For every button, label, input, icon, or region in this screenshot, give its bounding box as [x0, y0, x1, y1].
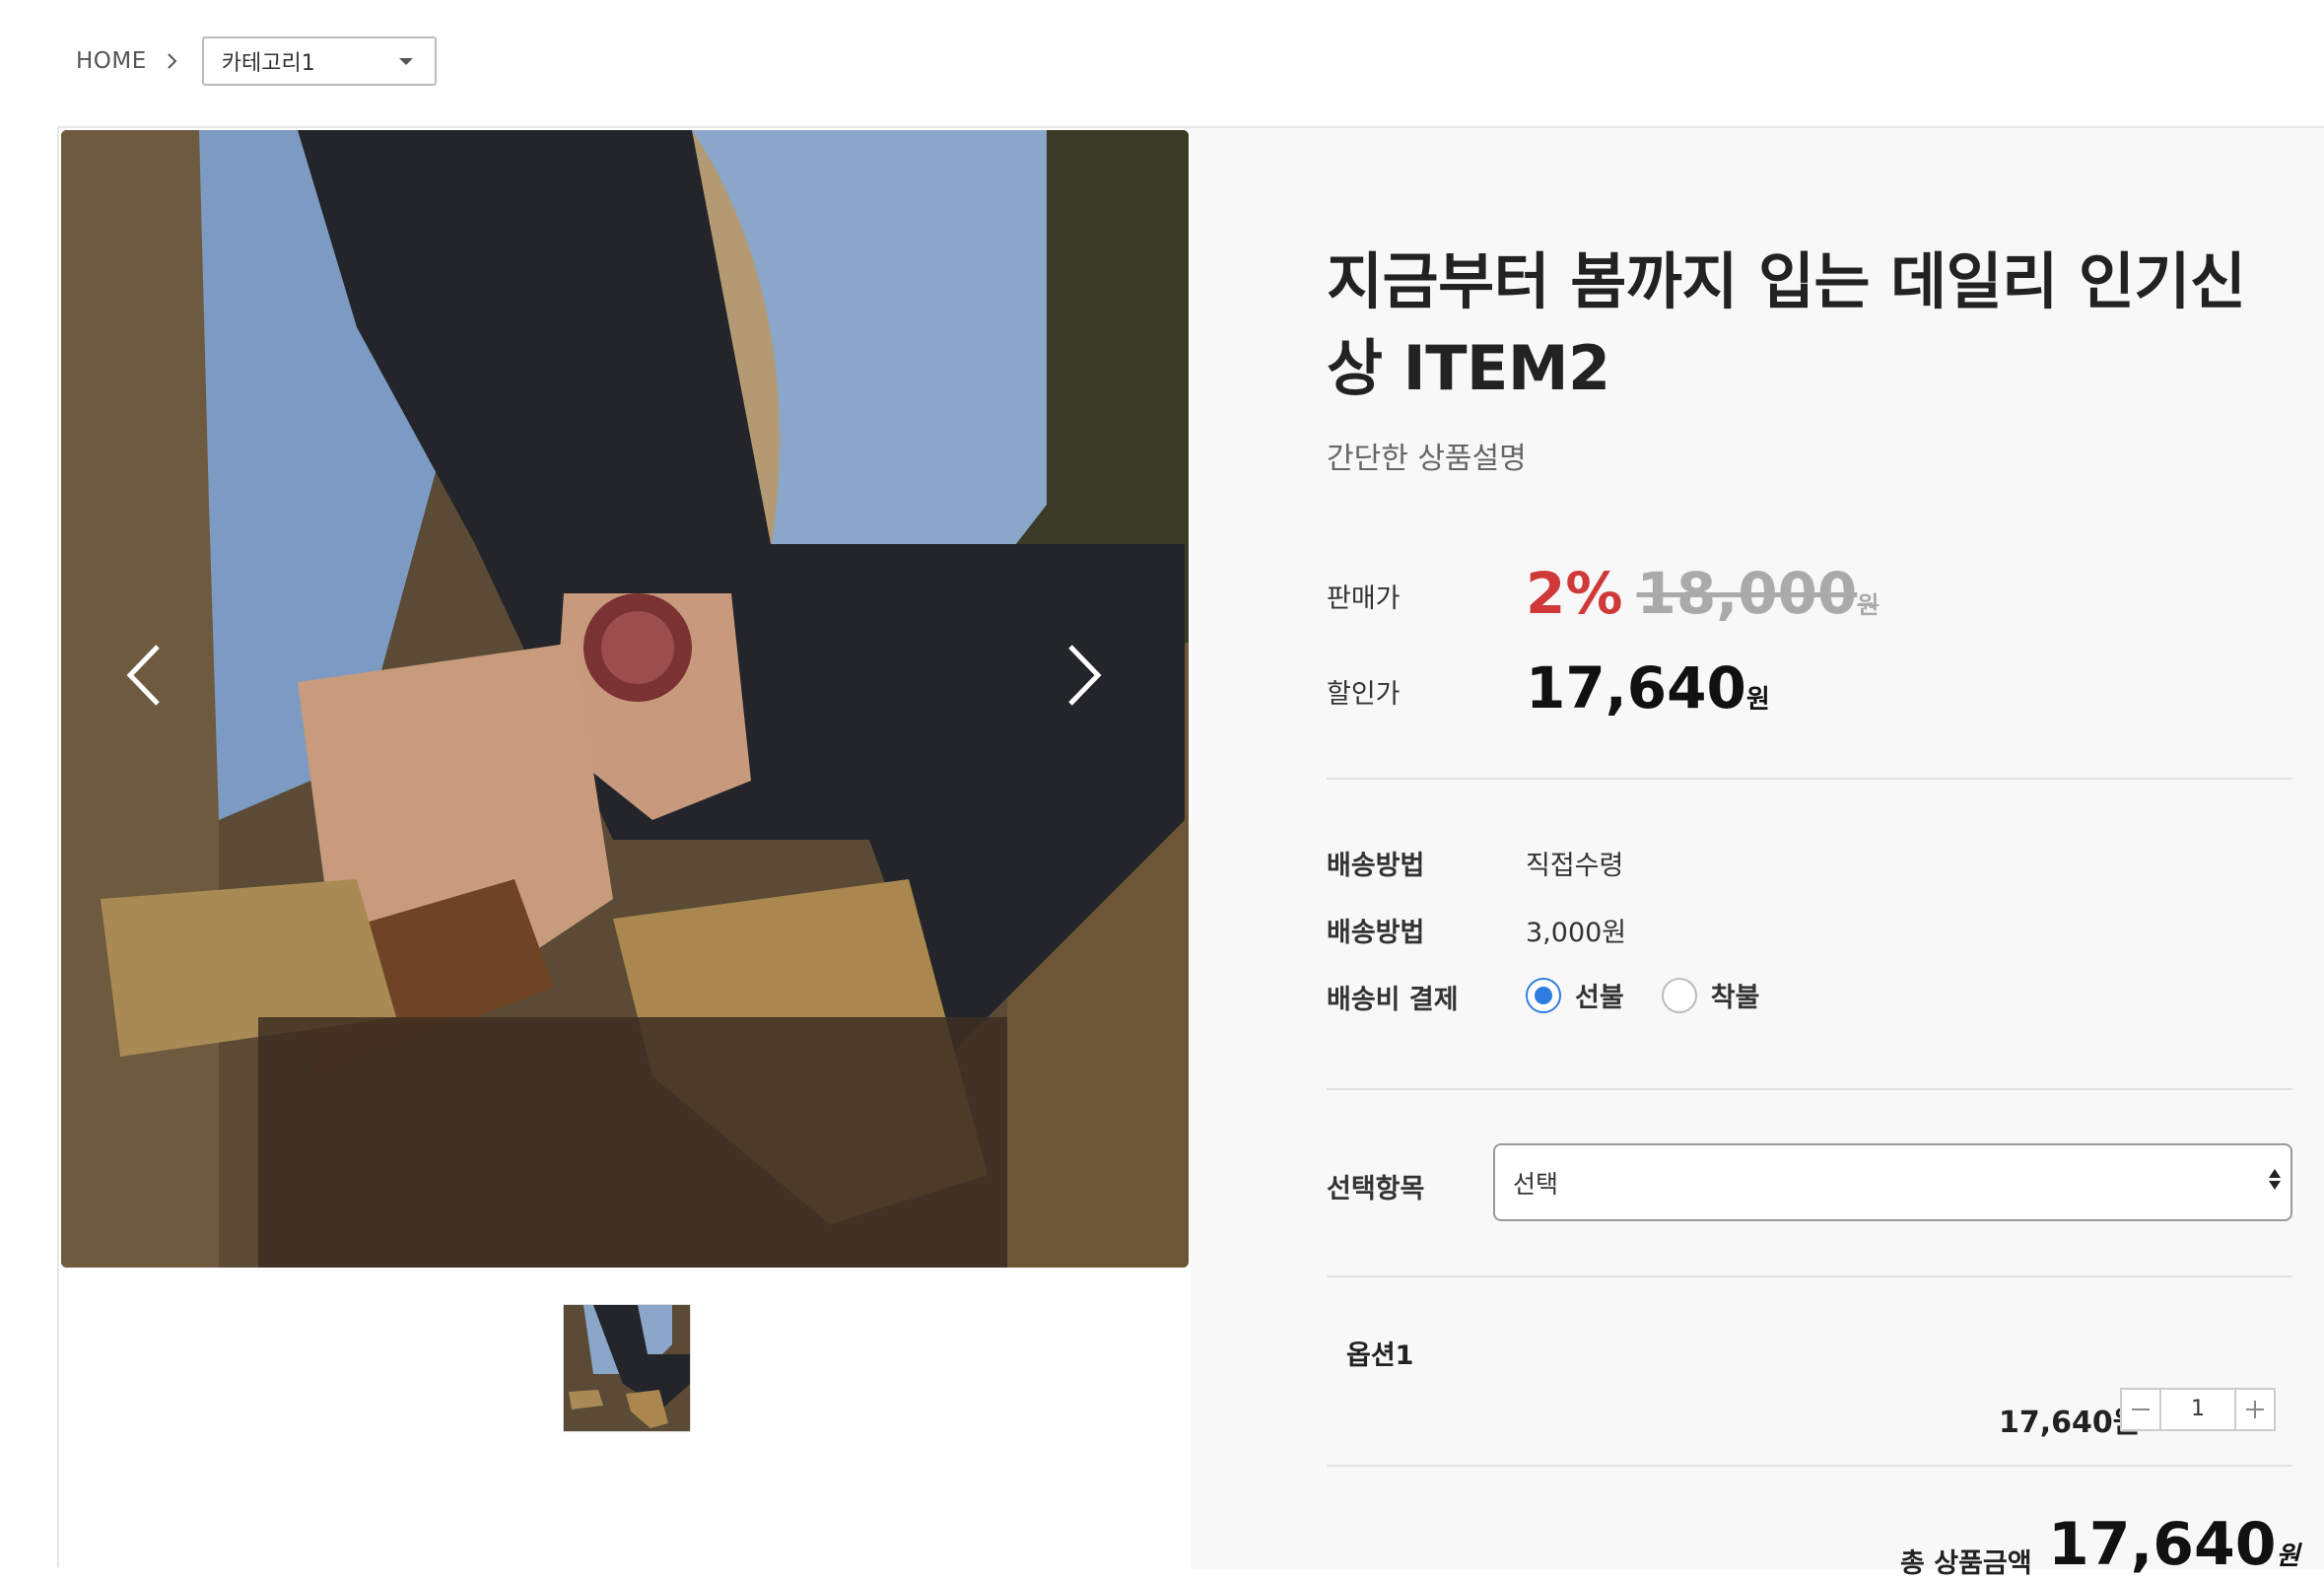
product-main-image: [61, 130, 1189, 1268]
chevron-right-icon: [165, 53, 180, 69]
shipping-payment-radio-group: 선불 착불: [1526, 976, 1797, 1014]
sale-price-unit: 원: [1745, 685, 1770, 715]
radio-prepaid[interactable]: 선불: [1526, 976, 1624, 1014]
option-select[interactable]: 선택: [1493, 1143, 2292, 1221]
breadcrumb-home-link[interactable]: HOME: [76, 48, 147, 74]
plus-icon: [2246, 1401, 2264, 1418]
shipping-fee-value: 3,000원: [1526, 918, 1627, 948]
next-image-button[interactable]: [1064, 643, 1124, 721]
minus-icon: [2132, 1408, 2150, 1410]
product-detail: 지금부터 봄까지 입는 데일리 인기신상 ITEM2 간단한 상품설명 판매가 …: [57, 126, 2324, 1579]
select-arrows-icon: [2269, 1169, 2281, 1190]
discount-rate: 2%: [1526, 560, 1623, 627]
radio-prepaid-label: 선불: [1575, 983, 1624, 1013]
selected-option-name: 옵션1: [1346, 1340, 1414, 1371]
total-price: 17,640: [2048, 1510, 2277, 1579]
divider: [1327, 778, 2292, 780]
product-subtitle: 간단한 상품설명: [1327, 442, 1527, 476]
product-title: 지금부터 봄까지 입는 데일리 인기신상 ITEM2: [1327, 245, 2246, 404]
option-select-label: 선택항목: [1327, 1174, 1425, 1204]
prev-image-button[interactable]: [124, 643, 183, 721]
divider: [1327, 1465, 2292, 1467]
radio-cod[interactable]: 착불: [1661, 976, 1760, 1014]
shipping-method-value: 직접수령: [1526, 851, 1624, 881]
product-gallery: [59, 128, 1191, 1569]
sale-price-label: 할인가: [1327, 679, 1401, 710]
breadcrumb: HOME 카테고리1: [76, 36, 437, 86]
quantity-decrease-button[interactable]: [2122, 1390, 2161, 1429]
original-price-unit: 원: [1857, 591, 1880, 619]
shipping-method-label: 배송방법: [1327, 851, 1425, 881]
quantity-stepper: 1: [2120, 1388, 2276, 1431]
sale-price: 17,640: [1526, 654, 1746, 721]
original-price-group: 2% 18,000원: [1526, 560, 1879, 627]
caret-down-icon: [398, 57, 413, 65]
selected-option-price: 17,640원: [1999, 1406, 2141, 1440]
radio-cod-label: 착불: [1710, 983, 1760, 1013]
quantity-increase-button[interactable]: [2234, 1390, 2274, 1429]
radio-unchecked-icon: [1661, 977, 1697, 1013]
sale-price-group: 17,640원: [1526, 654, 1770, 721]
total-price-label: 총 상품금액: [1900, 1548, 2032, 1579]
product-thumbnail[interactable]: [563, 1304, 691, 1432]
category-select[interactable]: 카테고리1: [201, 36, 437, 86]
radio-checked-icon: [1526, 977, 1561, 1013]
original-price: 18,000: [1636, 560, 1858, 627]
product-info-panel: 지금부터 봄까지 입는 데일리 인기신상 ITEM2 간단한 상품설명 판매가 …: [1191, 128, 2324, 1579]
option-select-value: 선택: [1513, 1169, 1559, 1199]
category-select-value: 카테고리1: [221, 51, 315, 76]
shipping-fee-label: 배송방법: [1327, 918, 1425, 948]
total-price-group: 17,640원: [2048, 1510, 2299, 1579]
price-label: 판매가: [1327, 584, 1401, 614]
quantity-input[interactable]: 1: [2161, 1390, 2234, 1429]
shipping-payment-label: 배송비 결제: [1327, 985, 1459, 1015]
divider: [1327, 1275, 2292, 1277]
divider: [1327, 1088, 2292, 1090]
